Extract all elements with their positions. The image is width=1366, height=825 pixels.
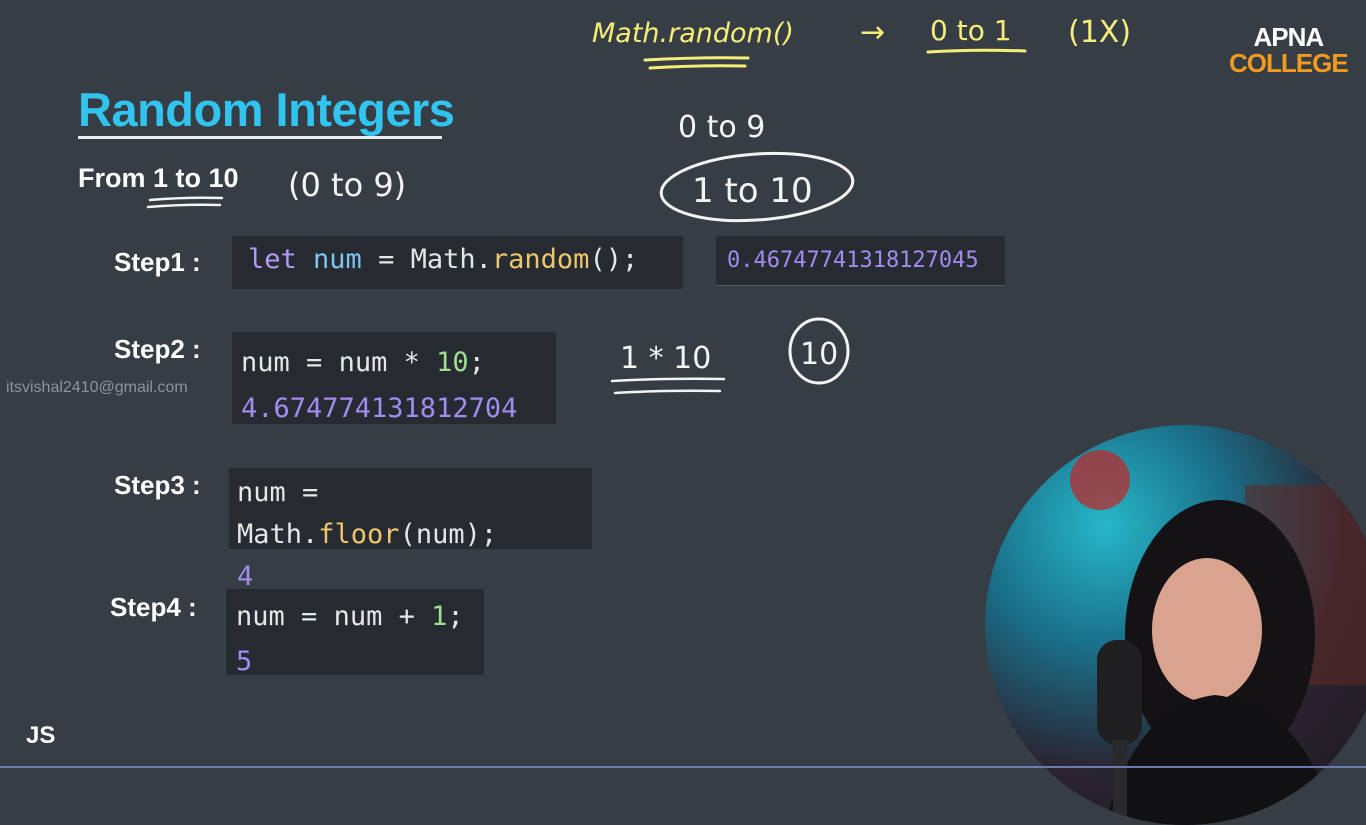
annotation-mid-range-b: 1 to 10 [692,171,813,211]
annotation-top-arrow: → [860,15,885,50]
annotation-calc-underline [610,377,726,395]
annotation-circled-value: 10 [800,337,838,372]
presenter-illustration [1070,450,1366,825]
annotation-paren-range: (0 to 9) [288,166,406,204]
annotation-top-underline [643,56,750,70]
annotation-calc: 1 * 10 [620,341,711,376]
annotation-mid-range-a: 0 to 9 [678,110,765,145]
presenter-webcam [985,425,1366,825]
annotation-top-range: 0 to 1 [930,14,1012,47]
subtitle-underline [146,196,224,209]
annotation-top-range-underline [926,48,1027,54]
annotation-top-mult: (1X) [1068,15,1131,50]
annotation-top-expr: Math.random() [592,18,794,49]
